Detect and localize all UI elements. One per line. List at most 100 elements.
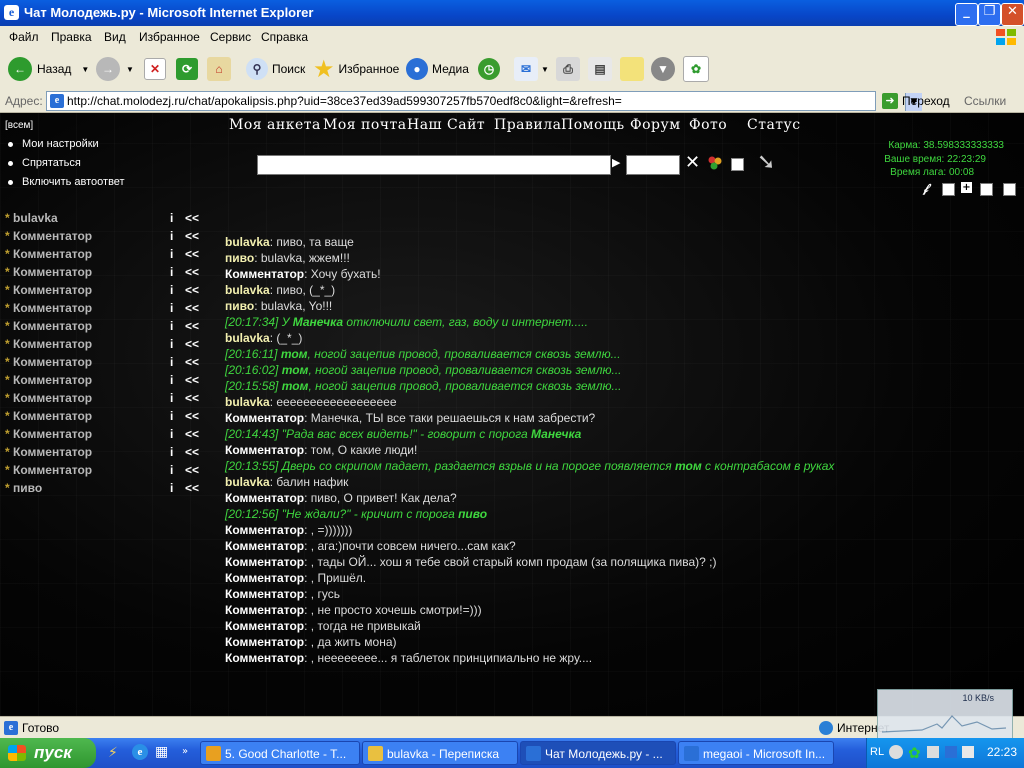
message-author[interactable]: Комментатор — [225, 587, 304, 601]
user-reply-button[interactable]: << — [185, 265, 199, 279]
user-info-button[interactable]: i — [170, 427, 173, 441]
user-reply-button[interactable]: << — [185, 355, 199, 369]
tray-clock-icon[interactable] — [889, 745, 903, 759]
messenger-button[interactable]: ▼ — [651, 48, 675, 90]
user-reply-button[interactable]: << — [185, 283, 199, 297]
message-author[interactable]: Комментатор — [225, 411, 304, 425]
nav-my-mail[interactable]: Моя почта — [323, 117, 407, 133]
message-author[interactable]: bulavka — [225, 331, 270, 345]
mail-dropdown-icon[interactable]: ▼ — [541, 65, 549, 74]
user-name[interactable]: Комментатор — [13, 247, 92, 261]
user-name[interactable]: Комментатор — [13, 301, 92, 315]
message-author[interactable]: Комментатор — [225, 619, 304, 633]
user-name[interactable]: Комментатор — [13, 463, 92, 477]
system-nick[interactable]: том — [281, 347, 308, 361]
user-info-button[interactable]: i — [170, 211, 173, 225]
message-author[interactable]: Комментатор — [225, 539, 304, 553]
close-button[interactable]: ✕ — [1001, 3, 1024, 26]
user-reply-button[interactable]: << — [185, 229, 199, 243]
message-author[interactable]: Комментатор — [225, 267, 304, 281]
back-dropdown-icon[interactable]: ▼ — [81, 65, 89, 74]
option-checkbox[interactable] — [731, 158, 744, 171]
task-chat-ie[interactable]: Чат Молодежь.ру - ... — [520, 741, 676, 765]
system-nick[interactable]: Манечка — [293, 315, 343, 329]
print-button[interactable]: ⎙ — [556, 48, 580, 90]
language-indicator[interactable]: RL — [870, 746, 884, 758]
message-author[interactable]: пиво — [225, 299, 254, 313]
user-name[interactable]: Комментатор — [13, 229, 92, 243]
start-button[interactable]: пуск — [0, 738, 96, 768]
message-input[interactable] — [257, 155, 611, 175]
system-nick[interactable]: том — [675, 459, 702, 473]
nav-forum[interactable]: Форум — [630, 117, 681, 133]
user-info-button[interactable]: i — [170, 337, 173, 351]
user-name[interactable]: Комментатор — [13, 391, 92, 405]
recipient-input[interactable] — [626, 155, 680, 175]
user-row[interactable]: * Комментатор i << — [5, 427, 205, 445]
tray-icq-icon[interactable]: ✿ — [908, 744, 921, 762]
user-row[interactable]: * Комментатор i << — [5, 319, 205, 337]
nav-status[interactable]: Статус — [747, 117, 801, 133]
user-name[interactable]: Комментатор — [13, 337, 92, 351]
search-button[interactable]: ⚲ Поиск — [246, 48, 305, 90]
quicklaunch-ie-icon[interactable]: e — [132, 744, 148, 760]
tray-network-icon[interactable] — [927, 746, 939, 758]
user-reply-button[interactable]: << — [185, 409, 199, 423]
message-author[interactable]: Комментатор — [225, 443, 304, 457]
user-reply-button[interactable]: << — [185, 337, 199, 351]
user-name[interactable]: пиво — [13, 481, 42, 495]
user-reply-button[interactable]: << — [185, 373, 199, 387]
user-row[interactable]: * Комментатор i << — [5, 283, 205, 301]
task-winamp[interactable]: 5. Good Charlotte - T... — [200, 741, 360, 765]
user-name[interactable]: Комментатор — [13, 265, 92, 279]
quicklaunch-media-icon[interactable]: ▦ — [155, 744, 168, 760]
user-name[interactable]: Комментатор — [13, 355, 92, 369]
nav-photo[interactable]: Фото — [689, 117, 727, 133]
task-megaoi-ie[interactable]: megaoi - Microsoft In... — [678, 741, 834, 765]
stop-button[interactable]: ✕ — [144, 48, 166, 90]
expand-icon[interactable]: + — [961, 182, 972, 193]
user-reply-button[interactable]: << — [185, 445, 199, 459]
menu-favorites[interactable]: Избранное — [139, 30, 200, 44]
user-row[interactable]: * Комментатор i << — [5, 337, 205, 355]
user-name[interactable]: Комментатор — [13, 445, 92, 459]
user-row[interactable]: * Комментатор i << — [5, 265, 205, 283]
user-reply-button[interactable]: << — [185, 301, 199, 315]
user-reply-button[interactable]: << — [185, 247, 199, 261]
user-info-button[interactable]: i — [170, 265, 173, 279]
message-author[interactable]: Комментатор — [225, 555, 304, 569]
history-button[interactable]: ◷ — [478, 48, 500, 90]
task-messenger[interactable]: bulavka - Переписка — [362, 741, 518, 765]
message-author[interactable]: bulavka — [225, 235, 270, 249]
user-info-button[interactable]: i — [170, 283, 173, 297]
links-button[interactable]: Ссылки — [964, 94, 1006, 108]
font-icon[interactable]: 𝒻 — [923, 181, 928, 196]
message-author[interactable]: bulavka — [225, 395, 270, 409]
send-arrow-icon[interactable]: ➘ — [757, 150, 775, 175]
tray-app-icon[interactable] — [962, 746, 974, 758]
message-author[interactable]: bulavka — [225, 475, 270, 489]
user-reply-button[interactable]: << — [185, 211, 199, 225]
user-row[interactable]: * Комментатор i << — [5, 229, 205, 247]
nav-my-profile[interactable]: Моя анкета — [229, 117, 321, 133]
message-author[interactable]: Комментатор — [225, 571, 304, 585]
system-nick[interactable]: Манечка — [531, 427, 581, 441]
user-row[interactable]: * Комментатор i << — [5, 445, 205, 463]
user-name[interactable]: bulavka — [13, 211, 58, 225]
toggle-checkbox[interactable] — [1003, 183, 1016, 196]
user-info-button[interactable]: i — [170, 319, 173, 333]
home-button[interactable]: ⌂ — [207, 48, 231, 90]
menu-tools[interactable]: Сервис — [210, 30, 251, 44]
smiles-icon[interactable] — [707, 155, 723, 171]
user-reply-button[interactable]: << — [185, 463, 199, 477]
option-autoreply[interactable]: Включить автоответ — [8, 176, 125, 188]
message-author[interactable]: bulavka — [225, 283, 270, 297]
user-info-button[interactable]: i — [170, 409, 173, 423]
system-nick[interactable]: пиво — [458, 507, 487, 521]
message-author[interactable]: Комментатор — [225, 523, 304, 537]
quicklaunch-more-icon[interactable]: » — [182, 746, 188, 757]
toggle-checkbox[interactable] — [942, 183, 955, 196]
favorites-button[interactable]: ★ Избранное — [313, 48, 399, 90]
nav-help[interactable]: Помощь — [561, 117, 625, 133]
go-button[interactable]: ➜ Переход — [882, 92, 950, 110]
